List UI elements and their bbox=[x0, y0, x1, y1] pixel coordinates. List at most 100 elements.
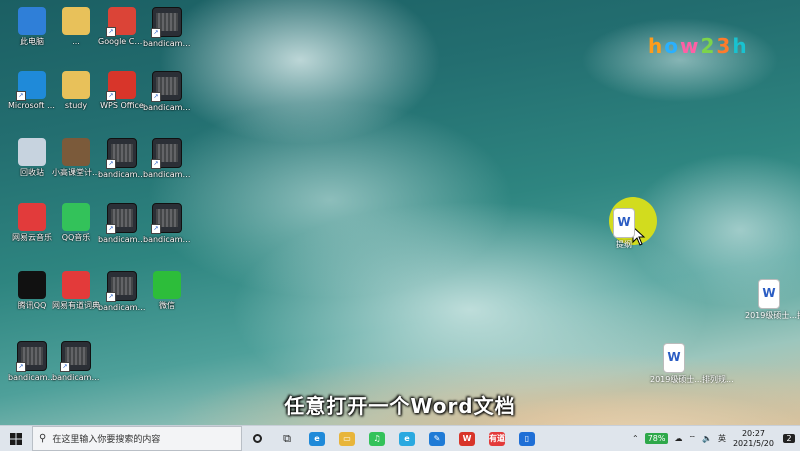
desktop-icon-netease-music[interactable]: 网易云音乐 bbox=[8, 200, 56, 262]
desktop-icon-wechat[interactable]: 微信 bbox=[143, 268, 191, 330]
taskbar-app-qq-music[interactable]: ♫ bbox=[362, 426, 392, 451]
chrome-icon: ↗ bbox=[106, 7, 136, 37]
cortana-button[interactable] bbox=[242, 426, 272, 451]
watermark-logo: how23h bbox=[648, 34, 749, 58]
word-document-icon bbox=[613, 208, 635, 238]
phone-icon: ▯ bbox=[519, 431, 535, 446]
desktop-icon-label: 小高课堂计算机二级WPS... bbox=[52, 168, 100, 177]
desktop-icon-youdao[interactable]: 网易有道词典 bbox=[52, 268, 100, 330]
windows-logo-icon bbox=[10, 432, 22, 445]
task-view-button[interactable]: ⧉ bbox=[272, 426, 302, 451]
desktop-doc-doc-outline[interactable]: 提纲 bbox=[600, 205, 648, 267]
taskbar-clock[interactable]: 20:27 2021/5/20 bbox=[729, 429, 778, 449]
cortana-circle-icon bbox=[252, 434, 262, 443]
word-document-icon bbox=[663, 343, 685, 373]
desktop-icon-study[interactable]: study bbox=[52, 68, 100, 130]
shortcut-arrow-icon: ↗ bbox=[106, 159, 116, 169]
desktop-icon-bandicam-4[interactable]: ↗bandicam 2021-05-... bbox=[143, 135, 191, 197]
search-placeholder: 在这里输入你要搜索的内容 bbox=[52, 435, 161, 445]
youdao-icon bbox=[62, 271, 90, 299]
tray-overflow-icon[interactable]: ⌃ bbox=[629, 434, 642, 443]
wps-icon: ↗ bbox=[106, 71, 136, 101]
desktop-icon-label: 网易云音乐 bbox=[12, 233, 52, 242]
shortcut-arrow-icon: ↗ bbox=[106, 91, 116, 101]
bandicam-1-icon: ↗ bbox=[151, 7, 182, 38]
desktop-icon-xiaogao[interactable]: 小高课堂计算机二级WPS... bbox=[52, 135, 100, 197]
taskbar-app-youdao[interactable]: 有道 bbox=[482, 426, 512, 451]
bandicam-3-icon: ↗ bbox=[106, 138, 137, 169]
shortcut-arrow-icon: ↗ bbox=[106, 224, 116, 234]
bandicam-6-icon: ↗ bbox=[151, 203, 182, 234]
paint-icon: ✎ bbox=[429, 431, 445, 446]
battery-indicator[interactable]: 78% bbox=[642, 433, 672, 444]
desktop-icon-folder-unnamed[interactable]: ... bbox=[52, 4, 100, 66]
desktop-icon-label: bandicam 2021-05-... bbox=[143, 103, 191, 112]
desktop-icon-label: QQ音乐 bbox=[61, 233, 91, 242]
desktop-doc-label: 2019级硕士...排列规... bbox=[650, 375, 734, 384]
logo-letter: w bbox=[680, 34, 701, 58]
bandicam-5-icon: ↗ bbox=[106, 203, 137, 234]
desktop-doc-label: 提纲 bbox=[616, 240, 632, 249]
start-button[interactable] bbox=[0, 426, 32, 451]
network-icon[interactable]: ⌔ bbox=[685, 434, 699, 444]
bandicam-4-icon: ↗ bbox=[151, 138, 182, 169]
shortcut-arrow-icon: ↗ bbox=[151, 92, 161, 102]
logo-letter: h bbox=[648, 34, 665, 58]
desktop-icon-label: 网易有道词典 bbox=[52, 301, 100, 310]
taskbar-app-paint[interactable]: ✎ bbox=[422, 426, 452, 451]
desktop-icon-computer[interactable]: 此电脑 bbox=[8, 4, 56, 66]
logo-letter: 3 bbox=[716, 34, 733, 58]
notification-center-button[interactable]: 2 bbox=[778, 426, 800, 451]
desktop-icon-bandicam-1[interactable]: ↗bandicam 2021-05-... bbox=[143, 4, 191, 66]
desktop-icon-wps[interactable]: ↗ WPS Office bbox=[98, 68, 146, 130]
desktop-icon-label: WPS Office bbox=[100, 101, 144, 110]
shortcut-arrow-icon: ↗ bbox=[16, 362, 26, 372]
study-icon bbox=[62, 71, 90, 99]
battery-percent: 78% bbox=[644, 433, 669, 444]
shortcut-arrow-icon: ↗ bbox=[106, 292, 116, 302]
task-view-icon: ⧉ bbox=[283, 431, 291, 445]
desktop-icon-label: 此电脑 bbox=[20, 37, 44, 46]
desktop-icon-recycle-bin[interactable]: 回收站 bbox=[8, 135, 56, 197]
desktop-icon-bandicam-2[interactable]: ↗bandicam 2021-05-... bbox=[143, 68, 191, 130]
desktop-icon-chrome[interactable]: ↗Google Chrome bbox=[98, 4, 146, 66]
desktop-icon-bandicam-6[interactable]: ↗bandicam 2021-05-... bbox=[143, 200, 191, 262]
clock-time: 20:27 bbox=[741, 428, 766, 438]
edge-icon: e bbox=[309, 431, 325, 446]
desktop-icon-label: Microsoft Edge bbox=[8, 101, 56, 110]
desktop: 此电脑...↗Google Chrome↗bandicam 2021-05-..… bbox=[0, 0, 800, 425]
desktop-icon-qq-music[interactable]: QQ音乐 bbox=[52, 200, 100, 262]
taskbar-app-wps[interactable]: W bbox=[452, 426, 482, 451]
desktop-icon-label: bandicam 2021-05-... bbox=[8, 373, 56, 382]
bandicam-9-icon: ↗ bbox=[60, 341, 91, 372]
volume-icon[interactable]: 🔈 bbox=[699, 434, 715, 443]
taskbar-app-phone[interactable]: ▯ bbox=[512, 426, 542, 451]
taskbar-app-ie[interactable]: e bbox=[392, 426, 422, 451]
taskbar-app-edge[interactable]: e bbox=[302, 426, 332, 451]
desktop-icon-edge[interactable]: ↗Microsoft Edge bbox=[8, 68, 56, 130]
search-icon: ⚲ bbox=[39, 433, 47, 444]
tutorial-subtitle: 任意打开一个Word文档 bbox=[284, 394, 516, 418]
notification-count: 2 bbox=[783, 434, 795, 443]
bandicam-2-icon: ↗ bbox=[151, 71, 182, 102]
desktop-icon-bandicam-3[interactable]: ↗bandicam 2021-05-... bbox=[98, 135, 146, 197]
ime-indicator[interactable]: 英 bbox=[715, 433, 729, 444]
taskbar-apps: e ▭ ♫ e ✎ W 有道 ▯ bbox=[302, 426, 542, 451]
taskbar: ⚲ 在这里输入你要搜索的内容 ⧉ e ▭ ♫ e ✎ W 有道 ▯ ⌃ 78% ☁ ⌔ 🔈 英… bbox=[0, 425, 800, 451]
netease-music-icon bbox=[18, 203, 46, 231]
desktop-icon-label: bandicam 2021-05-... bbox=[98, 170, 146, 179]
desktop-icon-label: 回收站 bbox=[20, 168, 44, 177]
shortcut-arrow-icon: ↗ bbox=[60, 362, 70, 372]
bandicam-8-icon: ↗ bbox=[16, 341, 47, 372]
desktop-doc-doc-2019-1[interactable]: 2019级硕士...排列规... bbox=[745, 276, 800, 338]
desktop-icon-bandicam-5[interactable]: ↗bandicam 2021-05-... bbox=[98, 200, 146, 262]
taskbar-app-explorer[interactable]: ▭ bbox=[332, 426, 362, 451]
desktop-icon-bandicam-7[interactable]: ↗bandicam 2021-05-... bbox=[98, 268, 146, 330]
desktop-icon-label: study bbox=[64, 101, 88, 110]
shortcut-arrow-icon: ↗ bbox=[151, 28, 161, 38]
qq-icon bbox=[18, 271, 46, 299]
taskbar-search-input[interactable]: ⚲ 在这里输入你要搜索的内容 bbox=[32, 426, 242, 451]
desktop-icon-qq[interactable]: 腾讯QQ bbox=[8, 268, 56, 330]
logo-letter: 2 bbox=[700, 34, 717, 58]
cloud-icon[interactable]: ☁ bbox=[671, 434, 685, 443]
